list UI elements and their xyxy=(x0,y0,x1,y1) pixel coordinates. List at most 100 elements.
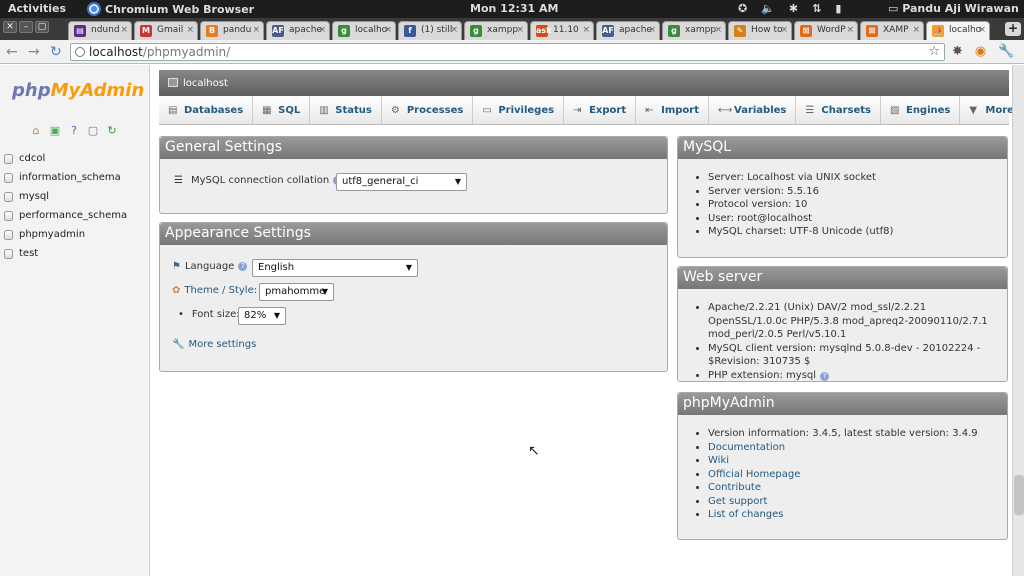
collation-select[interactable]: utf8_general_ci ▼ xyxy=(336,173,467,191)
clock[interactable]: Mon 12:31 AM xyxy=(470,2,558,15)
database-icon[interactable] xyxy=(4,229,13,240)
tab-13[interactable]: ⛵ localho × xyxy=(926,21,990,40)
page-info-icon[interactable] xyxy=(75,47,85,57)
close-tab-icon[interactable]: × xyxy=(384,25,392,35)
accessibility-icon[interactable]: ✪ xyxy=(738,2,747,15)
page-scrollbar[interactable] xyxy=(1012,65,1024,576)
activities-button[interactable]: Activities xyxy=(8,2,66,15)
scrollbar-thumb[interactable] xyxy=(1014,475,1024,515)
info-link[interactable]: List of changes xyxy=(708,508,1007,522)
close-tab-icon[interactable]: × xyxy=(516,25,524,35)
tab-processes[interactable]: ⚙ Processes xyxy=(382,96,474,125)
reload-navigation-icon[interactable]: ↻ xyxy=(106,125,118,137)
language-select[interactable]: English ▼ xyxy=(252,259,418,277)
database-name[interactable]: cdcol xyxy=(19,153,45,164)
tab-1[interactable]: M Gmail × xyxy=(134,21,198,40)
close-tab-icon[interactable]: × xyxy=(648,25,656,35)
database-name[interactable]: mysql xyxy=(19,191,49,202)
extension-icon-2[interactable]: ◉ xyxy=(975,44,986,59)
close-tab-icon[interactable]: × xyxy=(714,25,722,35)
database-icon[interactable] xyxy=(4,210,13,221)
info-link[interactable]: Documentation xyxy=(708,441,1007,455)
reload-button[interactable]: ↻ xyxy=(50,44,62,60)
volume-icon[interactable]: 🔈 xyxy=(761,2,775,15)
link[interactable]: Wiki xyxy=(708,455,729,466)
close-tab-icon[interactable]: × xyxy=(318,25,326,35)
tab-6[interactable]: g xampp × xyxy=(464,21,528,40)
breadcrumb-server[interactable]: localhost xyxy=(183,78,228,89)
tab-2[interactable]: Bpandu × xyxy=(200,21,264,40)
bookmark-star-icon[interactable]: ☆ xyxy=(928,44,940,59)
tab-9[interactable]: g xampp × xyxy=(662,21,726,40)
sql-query-icon[interactable]: ▣ xyxy=(49,125,61,137)
close-tab-icon[interactable]: × xyxy=(186,25,194,35)
back-button[interactable]: ← xyxy=(6,44,18,60)
tab-variables[interactable]: ⟷ Variables xyxy=(709,96,797,125)
theme-link[interactable]: Theme / Style: xyxy=(184,285,257,296)
help-icon[interactable]: ? xyxy=(68,125,80,137)
tab-12[interactable]: ⊠ XAMP × xyxy=(860,21,924,40)
database-icon[interactable] xyxy=(4,172,13,183)
database-name[interactable]: information_schema xyxy=(19,172,121,183)
home-icon[interactable]: ⌂ xyxy=(30,125,42,137)
tab-11[interactable]: ⊠ WordP × xyxy=(794,21,858,40)
minimize-window-button[interactable]: – xyxy=(19,21,33,33)
database-item[interactable]: mysql xyxy=(4,187,127,206)
close-tab-icon[interactable]: × xyxy=(450,25,458,35)
user-menu[interactable]: ▭ Pandu Aji Wirawan xyxy=(888,2,1019,15)
font-size-select[interactable]: 82% ▼ xyxy=(238,307,286,325)
more-settings-link[interactable]: More settings xyxy=(188,339,256,350)
documentation-icon[interactable]: ▢ xyxy=(87,125,99,137)
database-item[interactable]: test xyxy=(4,244,127,263)
database-item[interactable]: phpmyadmin xyxy=(4,225,127,244)
extension-icon[interactable]: ✸ xyxy=(952,44,963,59)
database-name[interactable]: test xyxy=(19,248,38,259)
link[interactable]: List of changes xyxy=(708,509,784,520)
theme-select[interactable]: pmahomme ▼ xyxy=(259,283,334,301)
close-tab-icon[interactable]: × xyxy=(120,25,128,35)
tab-status[interactable]: ▥ Status xyxy=(310,96,382,125)
database-icon[interactable] xyxy=(4,248,13,259)
maximize-window-button[interactable]: ▢ xyxy=(35,21,49,33)
forward-button[interactable]: → xyxy=(28,44,40,60)
tab-5[interactable]: f (1) still × xyxy=(398,21,462,40)
close-tab-icon[interactable]: × xyxy=(846,25,854,35)
close-window-button[interactable]: ✕ xyxy=(3,21,17,33)
tab-4[interactable]: g localho × xyxy=(332,21,396,40)
database-icon[interactable] xyxy=(4,191,13,202)
tab-import[interactable]: ⇤ Import xyxy=(636,96,709,125)
close-tab-icon[interactable]: × xyxy=(252,25,260,35)
address-bar[interactable]: localhost/phpmyadmin/ ☆ xyxy=(70,43,945,61)
tab-databases[interactable]: ▤ Databases xyxy=(159,96,254,125)
new-tab-button[interactable]: + xyxy=(1005,22,1021,36)
wrench-menu-icon[interactable]: 🔧 xyxy=(998,44,1014,59)
close-tab-icon[interactable]: × xyxy=(912,25,920,35)
tab-10[interactable]: ✎ How to × xyxy=(728,21,792,40)
tab-engines[interactable]: ▧ Engines xyxy=(881,96,961,125)
database-item[interactable]: cdcol xyxy=(4,149,127,168)
tab-privileges[interactable]: ▭ Privileges xyxy=(473,96,565,125)
database-name[interactable]: phpmyadmin xyxy=(19,229,85,240)
database-item[interactable]: information_schema xyxy=(4,168,127,187)
battery-icon[interactable]: ▮ xyxy=(835,2,841,15)
tab-sql[interactable]: ▦ SQL xyxy=(253,96,311,125)
link[interactable]: Official Homepage xyxy=(708,469,800,480)
tab-7[interactable]: ask 11.10 × xyxy=(530,21,594,40)
link[interactable]: Get support xyxy=(708,496,767,507)
close-tab-icon[interactable]: × xyxy=(582,25,590,35)
info-link[interactable]: Contribute xyxy=(708,481,1007,495)
database-icon[interactable] xyxy=(4,153,13,164)
network-icon[interactable]: ⇅ xyxy=(812,2,821,15)
database-item[interactable]: performance_schema xyxy=(4,206,127,225)
link[interactable]: Contribute xyxy=(708,482,761,493)
close-tab-icon[interactable]: × xyxy=(780,25,788,35)
info-link[interactable]: Get support xyxy=(708,495,1007,509)
phpmyadmin-logo[interactable]: phpMyAdmin xyxy=(12,80,144,101)
link[interactable]: Documentation xyxy=(708,442,785,453)
close-tab-icon[interactable]: × xyxy=(978,25,986,35)
tab-export[interactable]: ⇥ Export xyxy=(564,96,637,125)
info-link[interactable]: Official Homepage xyxy=(708,468,1007,482)
help-icon[interactable]: ? xyxy=(820,371,830,381)
tab-3[interactable]: AF apache × xyxy=(266,21,330,40)
tab-8[interactable]: AF apache × xyxy=(596,21,660,40)
